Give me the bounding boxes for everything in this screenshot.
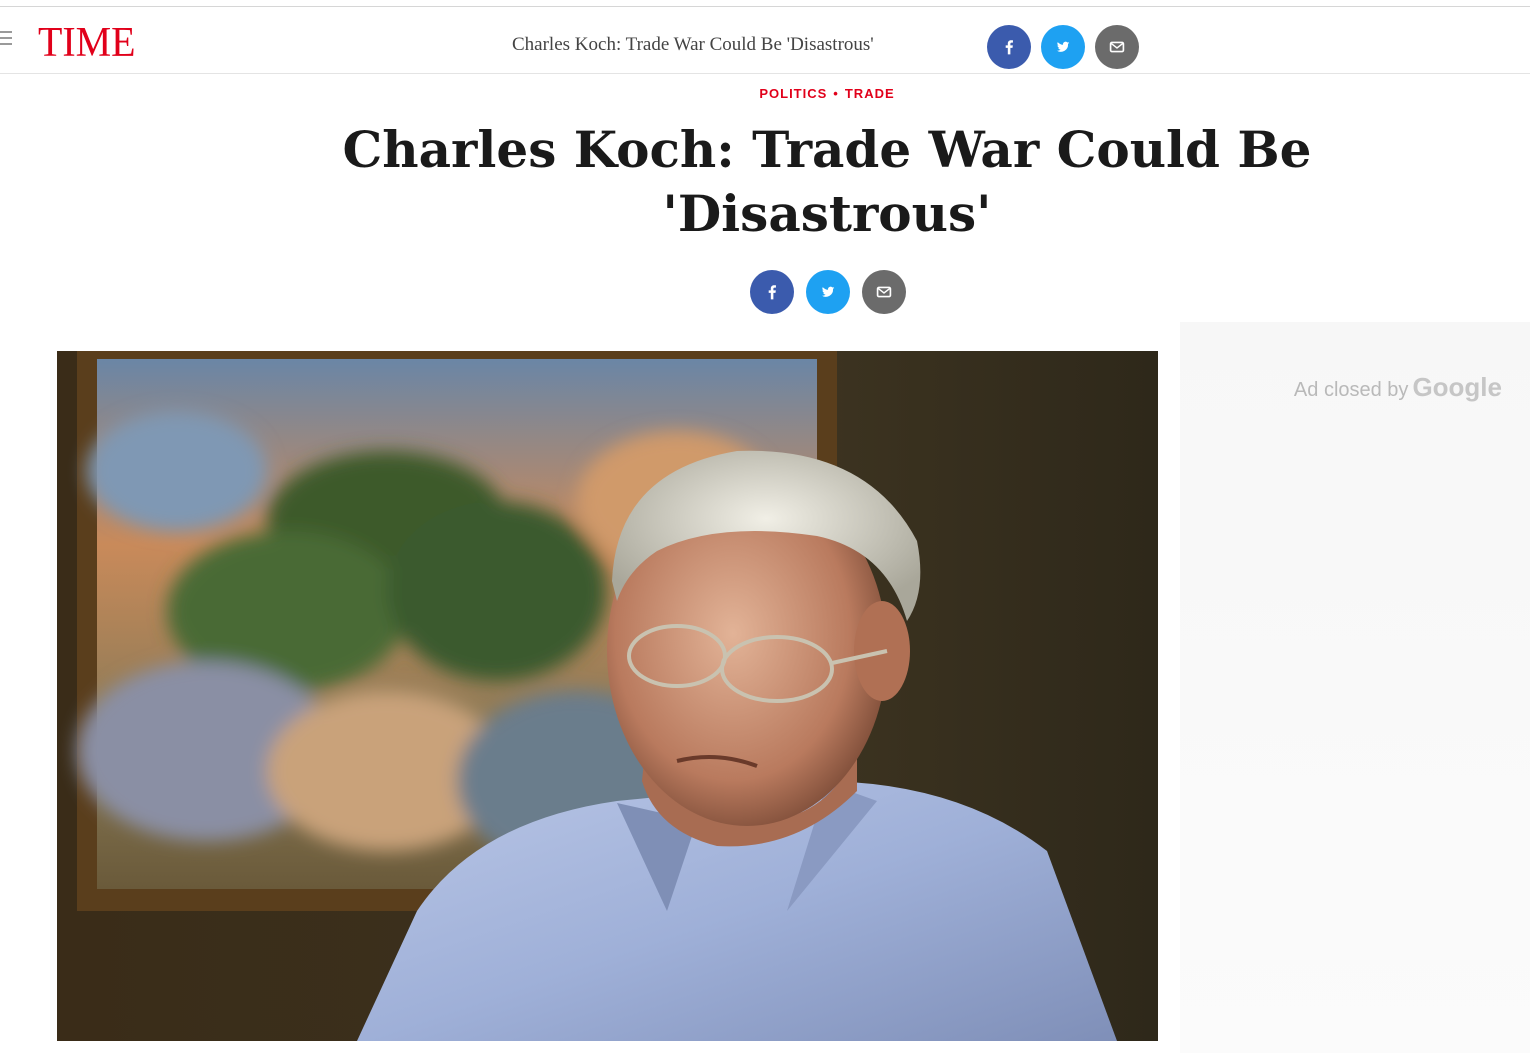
email-share-button[interactable] — [862, 270, 906, 314]
top-share-buttons — [987, 25, 1139, 69]
facebook-share-button[interactable] — [987, 25, 1031, 69]
google-brand: Google — [1412, 372, 1502, 402]
hamburger-menu-icon[interactable] — [0, 31, 12, 45]
top-nav-bar: TIME Charles Koch: Trade War Could Be 'D… — [0, 6, 1530, 74]
email-icon — [1109, 41, 1125, 53]
category-politics-link[interactable]: POLITICS — [759, 86, 827, 101]
email-share-button[interactable] — [1095, 25, 1139, 69]
email-icon — [876, 286, 892, 298]
ad-closed-notice: Ad closed by Google — [1294, 372, 1502, 403]
article-category: POLITICS • TRADE — [0, 86, 1530, 101]
twitter-share-button[interactable] — [1041, 25, 1085, 69]
ad-slot: Ad closed by Google — [1180, 322, 1530, 1053]
twitter-icon — [1056, 41, 1070, 52]
portrait-photo-image — [57, 351, 1158, 1041]
article-headline: Charles Koch: Trade War Could Be 'Disast… — [342, 120, 1312, 243]
category-trade-link[interactable]: TRADE — [845, 86, 895, 101]
article-share-buttons — [750, 270, 906, 314]
facebook-icon — [1005, 40, 1013, 55]
twitter-share-button[interactable] — [806, 270, 850, 314]
hero-photo — [57, 351, 1158, 1041]
sticky-article-title: Charles Koch: Trade War Could Be 'Disast… — [512, 34, 874, 55]
category-separator: • — [833, 86, 839, 101]
twitter-icon — [821, 286, 835, 297]
page: TIME Charles Koch: Trade War Could Be 'D… — [0, 0, 1530, 1053]
facebook-share-button[interactable] — [750, 270, 794, 314]
time-logo[interactable]: TIME — [38, 21, 136, 65]
facebook-icon — [768, 285, 776, 300]
ad-closed-text: Ad closed by — [1293, 379, 1409, 401]
